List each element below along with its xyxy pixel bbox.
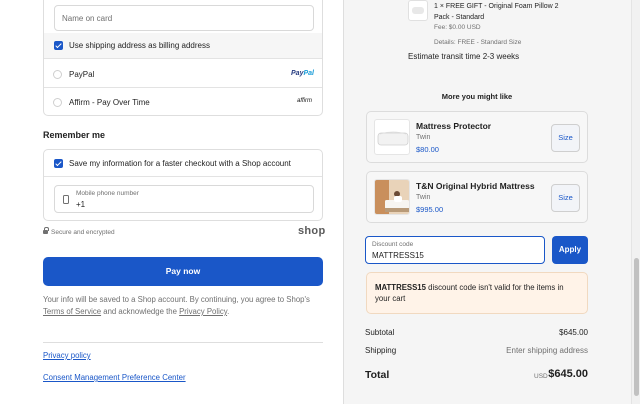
discount-error-code: MATTRESS15: [375, 283, 426, 292]
apply-discount-button[interactable]: Apply: [552, 236, 588, 264]
checkout-form-panel: Name on card Use shipping address as bil…: [0, 0, 343, 404]
footer-divider: [43, 342, 323, 343]
mobile-phone-input[interactable]: Mobile phone number +1: [54, 185, 314, 213]
paypal-radio[interactable]: [53, 70, 62, 79]
save-info-label: Save my information for a faster checkou…: [69, 159, 291, 168]
discount-error-alert: MATTRESS15 discount code isn't valid for…: [366, 272, 588, 314]
recommendation-name: Mattress Protector: [416, 121, 492, 131]
recommendation-price: $995.00: [416, 205, 444, 214]
save-info-row[interactable]: Save my information for a faster checkou…: [44, 150, 322, 177]
transit-estimate: Estimate transit time 2-3 weeks: [408, 52, 520, 61]
pay-now-button[interactable]: Pay now: [43, 257, 323, 286]
recommendations-heading: More you might like: [441, 92, 513, 101]
pillow-image-icon: [412, 7, 424, 14]
billing-checkbox-label: Use shipping address as billing address: [69, 41, 210, 50]
terms-of-service-link[interactable]: Terms of Service: [43, 307, 101, 316]
recommendation-card: T&N Original Hybrid Mattress Twin $995.0…: [366, 171, 588, 223]
shop-legal-text: Your info will be saved to a Shop accoun…: [43, 294, 328, 318]
total-currency: USD: [534, 373, 548, 380]
shipping-value: Enter shipping address: [506, 346, 588, 355]
subtotal-value: $645.00: [559, 328, 588, 337]
recommendation-name: T&N Original Hybrid Mattress: [416, 181, 535, 191]
total-value: $645.00: [548, 368, 588, 380]
save-info-checkbox[interactable]: [54, 159, 63, 168]
phone-field-label: Mobile phone number: [76, 190, 139, 197]
recommendation-variant: Twin: [416, 134, 431, 141]
remember-me-box: Save my information for a faster checkou…: [43, 149, 323, 221]
phone-icon: [63, 195, 69, 204]
phone-field-value: +1: [76, 200, 86, 209]
recommendation-card: Mattress Protector Twin $80.00 Size: [366, 111, 588, 163]
name-on-card-input[interactable]: Name on card: [54, 5, 314, 31]
recommendation-variant: Twin: [416, 194, 431, 201]
lock-icon: [43, 227, 49, 234]
consent-management-link[interactable]: Consent Management Preference Center: [43, 373, 186, 382]
mattress-protector-image: [374, 119, 410, 155]
footer-privacy-policy-link[interactable]: Privacy policy: [43, 351, 91, 360]
size-button[interactable]: Size: [551, 184, 580, 212]
affirm-label: Affirm - Pay Over Time: [69, 98, 150, 107]
total-label: Total: [365, 369, 390, 381]
scrollbar-thumb[interactable]: [634, 258, 639, 396]
affirm-radio[interactable]: [53, 98, 62, 107]
page-scrollbar[interactable]: [631, 0, 640, 404]
discount-code-value: MATTRESS15: [372, 251, 424, 260]
discount-code-input[interactable]: Discount code MATTRESS15: [365, 236, 545, 264]
subtotal-label: Subtotal: [365, 328, 395, 337]
gift-item-details: Details: FREE - Standard Size: [434, 39, 522, 46]
legal-prefix: Your info will be saved to a Shop accoun…: [43, 295, 310, 304]
privacy-policy-link[interactable]: Privacy Policy: [179, 307, 227, 316]
hybrid-mattress-image: [374, 179, 410, 215]
secure-text: Secure and encrypted: [51, 229, 115, 236]
affirm-logo-icon: affirm: [297, 98, 312, 104]
gift-pillow-thumbnail: [408, 0, 428, 21]
gift-item-title: 1 × FREE GIFT - Original Foam Pillow 2 P…: [434, 3, 559, 21]
payment-methods-box: Name on card Use shipping address as bil…: [43, 0, 323, 116]
secure-note: Secure and encrypted: [43, 227, 115, 236]
shipping-label: Shipping: [365, 346, 397, 355]
size-button[interactable]: Size: [551, 124, 580, 152]
remember-me-heading: Remember me: [43, 130, 106, 140]
legal-middle: and acknowledge the: [103, 307, 177, 316]
discount-code-label: Discount code: [372, 241, 414, 248]
paypal-logo-icon: PayPal: [291, 70, 314, 77]
shop-logo: shop: [298, 225, 326, 237]
billing-address-toggle-row[interactable]: Use shipping address as billing address: [44, 33, 322, 59]
paypal-label: PayPal: [69, 70, 95, 79]
gift-item-fee: Fee: $0.00 USD: [434, 24, 481, 31]
billing-checkbox[interactable]: [54, 41, 63, 50]
payment-option-affirm[interactable]: Affirm - Pay Over Time affirm: [44, 88, 322, 116]
payment-option-paypal[interactable]: PayPal PayPal: [44, 60, 322, 88]
legal-suffix: .: [227, 307, 230, 316]
recommendation-price: $80.00: [416, 145, 439, 154]
